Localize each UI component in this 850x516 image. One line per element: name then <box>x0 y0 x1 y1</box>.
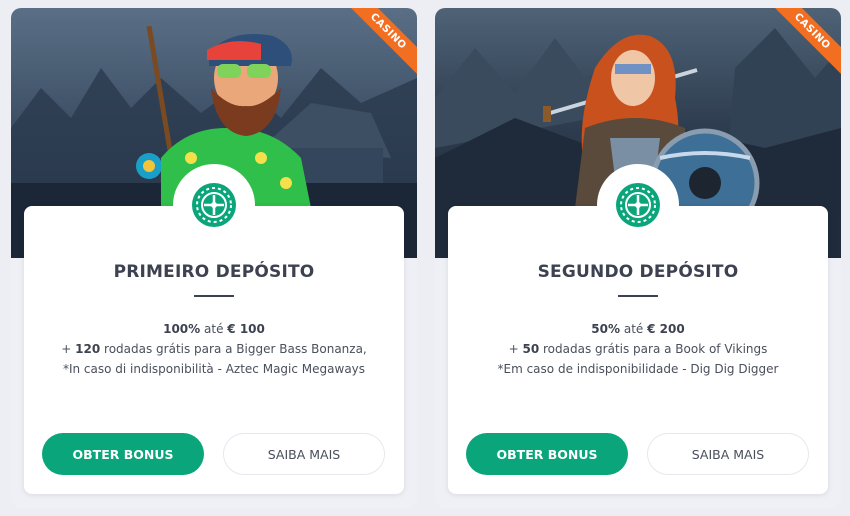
spins-count: 50 <box>522 342 540 356</box>
spins-count: 120 <box>75 342 101 356</box>
offer-line: 100% até € 100 <box>11 319 417 339</box>
casino-badge-label: CASINO <box>773 8 841 76</box>
bonus-card-second-deposit: CASINO SEGUNDO DEPÓSITO 50% até € 200 + … <box>435 8 841 508</box>
emblem <box>173 164 255 246</box>
casino-badge: CASINO <box>773 8 841 76</box>
spins-text: rodadas grátis para a Bigger Bass Bonanz… <box>104 342 367 356</box>
title-divider <box>618 295 658 297</box>
availability-note: *In caso di indisponibilità - Aztec Magi… <box>62 362 366 376</box>
casino-badge-label: CASINO <box>349 8 417 76</box>
title-divider <box>194 295 234 297</box>
spins-prefix: + <box>61 342 72 356</box>
bonus-description: 50% até € 200 + 50 rodadas grátis para a… <box>435 319 841 379</box>
spins-line: + 50 rodadas grátis para a Book of Vikin… <box>435 339 841 359</box>
roulette-icon <box>192 183 236 227</box>
casino-badge: CASINO <box>349 8 417 76</box>
offer-percent: 100% <box>163 322 201 336</box>
offer-percent: 50% <box>591 322 621 336</box>
learn-more-button[interactable]: SAIBA MAIS <box>223 433 385 475</box>
card-title: SEGUNDO DEPÓSITO <box>537 262 739 282</box>
offer-amount: € 200 <box>647 322 685 336</box>
offer-amount: € 100 <box>227 322 265 336</box>
offer-until: até <box>623 322 644 336</box>
get-bonus-button[interactable]: OBTER BONUS <box>466 433 628 475</box>
availability-note: *Em caso de indisponibilidade - Dig Dig … <box>497 362 779 376</box>
card-title: PRIMEIRO DEPÓSITO <box>113 262 315 282</box>
spins-line: + 120 rodadas grátis para a Bigger Bass … <box>11 339 417 359</box>
learn-more-button[interactable]: SAIBA MAIS <box>647 433 809 475</box>
spins-prefix: + <box>508 342 519 356</box>
get-bonus-button[interactable]: OBTER BONUS <box>42 433 204 475</box>
spins-text: rodadas grátis para a Book of Vikings <box>543 342 768 356</box>
roulette-icon <box>616 183 660 227</box>
bonus-description: 100% até € 100 + 120 rodadas grátis para… <box>11 319 417 379</box>
offer-line: 50% até € 200 <box>435 319 841 339</box>
emblem <box>597 164 679 246</box>
offer-until: até <box>204 322 224 336</box>
bonus-card-first-deposit: CASINO PRIMEIRO DEPÓSITO 100% até € 100 … <box>11 8 417 508</box>
